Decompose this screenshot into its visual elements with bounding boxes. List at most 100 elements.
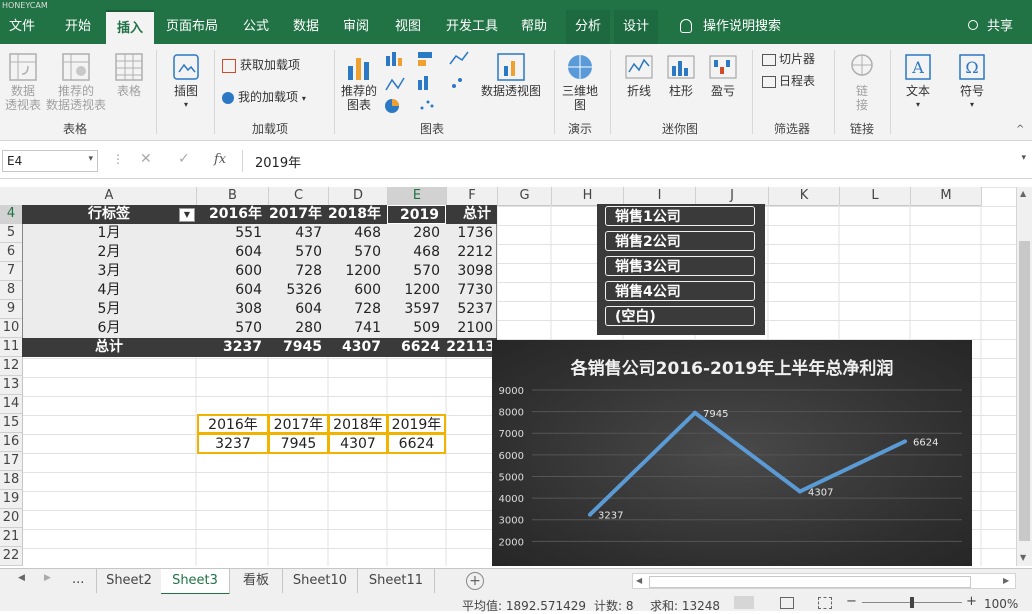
link-button[interactable]: 链 接 [842,52,882,112]
column-header-l[interactable]: L [840,187,911,206]
scroll-right-icon[interactable]: ▶ [1003,576,1009,585]
data-point[interactable] [903,439,907,444]
normal-view-icon[interactable] [734,596,754,609]
series-line[interactable] [588,410,906,517]
tab-formulas[interactable]: 公式 [236,10,276,44]
recommended-pivot-button[interactable]: 推荐的 数据透视表 [44,52,108,112]
zoom-level[interactable]: 100% [984,597,1018,611]
vertical-scrollbar[interactable]: ▲ ▼ [1016,187,1032,566]
column-header-k[interactable]: K [769,187,840,206]
summary-table[interactable]: 2016年 2017年 2018年 2019年 3237 7945 4307 6… [197,414,447,454]
row-header[interactable]: 8 [0,281,23,300]
scrollbar-thumb[interactable] [1019,241,1030,541]
name-box[interactable]: E4 ▾ [2,150,98,172]
sheet-tab-sheet10[interactable]: Sheet10 [283,569,358,593]
tab-help[interactable]: 帮助 [514,10,554,44]
pivot-table[interactable]: 行标签 ▼ 2016年 2017年 2018年 2019年 总计 1月 551 43… [22,205,497,357]
scroll-down-icon[interactable]: ▼ [1020,553,1026,562]
get-addins-button[interactable]: 获取加载项 [222,58,312,73]
row-header[interactable]: 15 [0,414,23,433]
symbol-button[interactable]: Ω 符号 ▾ [952,52,992,112]
pivot-chart-button[interactable]: 数据透视图 [480,52,542,98]
zoom-slider-thumb[interactable] [910,597,914,608]
page-break-view-icon[interactable] [818,597,832,609]
collapse-ribbon-icon[interactable]: ^ [1016,124,1024,135]
row-header[interactable]: 19 [0,490,23,509]
next-sheet-icon[interactable]: ▶ [44,573,51,583]
sparkline-winloss-button[interactable]: 盈亏 [704,52,742,98]
row-header[interactable]: 4 [0,205,23,224]
table-button[interactable]: 表格 [112,52,146,98]
cancel-icon[interactable]: ✕ [140,151,152,167]
sparkline-column-button[interactable]: 柱形 [662,52,700,98]
column-header-d[interactable]: D [329,187,388,206]
row-header[interactable]: 7 [0,262,23,281]
row-header[interactable]: 14 [0,395,23,414]
slicer-item-company-3[interactable]: 销售3公司 [605,256,755,276]
row-header[interactable]: 20 [0,509,23,528]
tab-data[interactable]: 数据 [286,10,326,44]
row-header[interactable]: 11 [0,338,23,357]
tab-page-layout[interactable]: 页面布局 [160,10,224,44]
sheet-tab-sheet3[interactable]: Sheet3 [161,569,230,595]
column-header-m[interactable]: M [911,187,982,206]
sheet-tab-dashboard[interactable]: 看板 [230,569,283,593]
horizontal-scrollbar-thumb[interactable] [649,576,971,588]
data-point[interactable] [693,410,697,415]
row-header[interactable]: 5 [0,224,23,243]
tab-home[interactable]: 开始 [56,10,100,44]
select-all-corner[interactable] [0,187,23,206]
row-header[interactable]: 10 [0,319,23,338]
sheet-tab-sheet11[interactable]: Sheet11 [358,569,435,593]
slicer-panel[interactable]: 销售1公司 销售2公司 销售3公司 销售4公司 (空白) [597,204,765,335]
slicer-item-company-2[interactable]: 销售2公司 [605,231,755,251]
tab-insert[interactable]: 插入 [106,10,154,46]
row-header[interactable]: 18 [0,471,23,490]
chart-type-icons[interactable] [384,50,480,116]
column-header-c[interactable]: C [269,187,329,206]
slicer-button[interactable]: 切片器 [762,52,826,66]
slicer-item-company-1[interactable]: 销售1公司 [605,206,755,226]
row-header[interactable]: 16 [0,433,23,452]
slicer-item-company-4[interactable]: 销售4公司 [605,281,755,301]
share-button[interactable]: 共享 [982,10,1018,44]
recommended-charts-button[interactable]: 推荐的 图表 [338,52,380,112]
tell-me-search[interactable]: 操作说明搜索 [700,10,784,44]
tab-developer[interactable]: 开发工具 [440,10,504,44]
insert-function-icon[interactable]: fx [214,152,226,167]
tab-view[interactable]: 视图 [388,10,428,44]
scroll-left-icon[interactable]: ◀ [636,576,642,585]
filter-dropdown-icon[interactable]: ▼ [179,208,195,222]
data-point[interactable] [798,489,802,494]
page-layout-view-icon[interactable] [780,597,794,609]
formula-input[interactable]: 2019年 ▾ [242,150,1028,172]
sheet-tab-sheet2[interactable]: Sheet2 [96,569,162,593]
tab-review[interactable]: 审阅 [336,10,376,44]
add-sheet-icon[interactable]: + [466,572,484,590]
more-sheets-icon[interactable]: ... [72,572,84,587]
prev-sheet-icon[interactable]: ◀ [18,573,25,583]
pivot-table-button[interactable]: 数据 透视表 [2,52,44,112]
column-header-f[interactable]: F [447,187,498,206]
row-header[interactable]: 17 [0,452,23,471]
row-header[interactable]: 12 [0,357,23,376]
tab-analyze[interactable]: 分析 [566,10,610,44]
scroll-up-icon[interactable]: ▲ [1020,189,1026,198]
row-header[interactable]: 22 [0,547,23,566]
column-header-e[interactable]: E [388,187,447,207]
timeline-button[interactable]: 日程表 [762,74,826,88]
zoom-slider[interactable] [862,597,962,608]
3d-map-button[interactable]: 三维地 图 [560,52,600,112]
column-header-b[interactable]: B [197,187,269,206]
column-header-g[interactable]: G [498,187,552,206]
slicer-item-blank[interactable]: (空白) [605,306,755,326]
my-addins-button[interactable]: 我的加载项 ▾ [222,90,322,106]
sparkline-line-button[interactable]: 折线 [620,52,658,98]
row-header[interactable]: 6 [0,243,23,262]
row-header[interactable]: 21 [0,528,23,547]
enter-icon[interactable]: ✓ [178,151,190,167]
zoom-in-icon[interactable]: + [966,594,977,609]
zoom-out-icon[interactable]: − [846,594,857,609]
illustrations-button[interactable]: 插图 ▾ [166,52,206,112]
row-header[interactable]: 9 [0,300,23,319]
